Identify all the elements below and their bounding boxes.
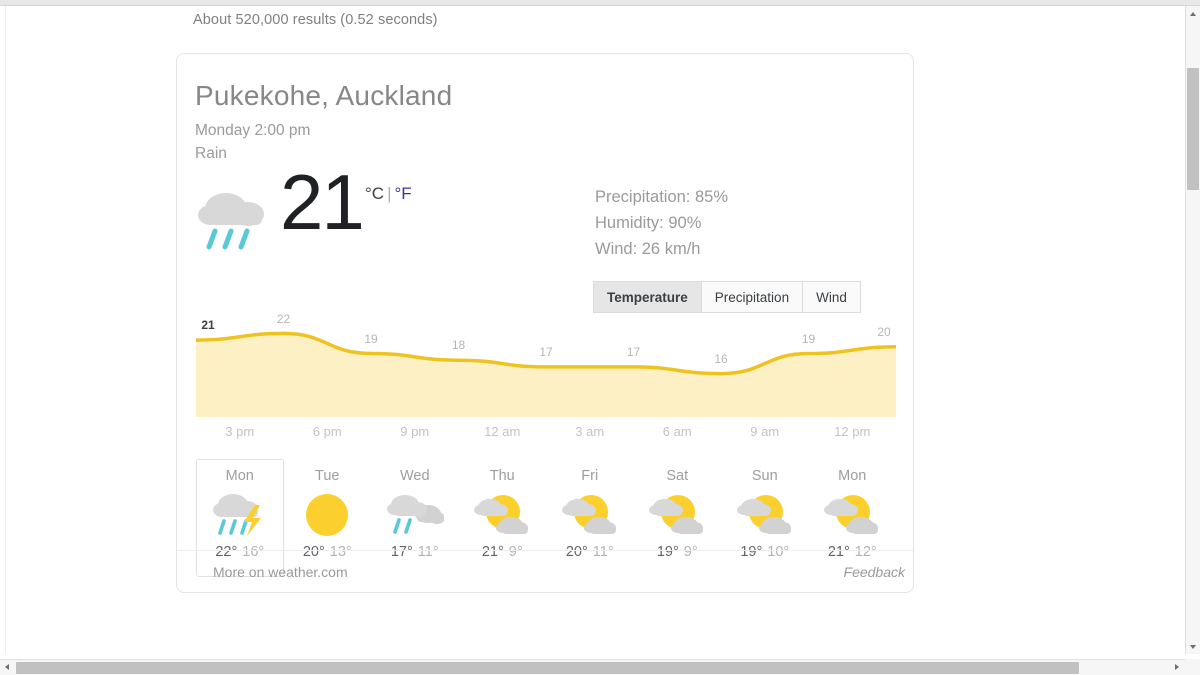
more-on-weather-link[interactable]: More on weather.com	[213, 564, 348, 580]
chart-time-tick: 3 am	[575, 424, 605, 439]
chart-point-label: 18	[451, 338, 466, 353]
chart-time-tick: 9 am	[750, 424, 780, 439]
tab-wind[interactable]: Wind	[803, 281, 861, 313]
sunny-icon	[298, 488, 356, 540]
chart-time-tick: 6 pm	[312, 424, 342, 439]
chart-point-label: 19	[364, 331, 378, 346]
partly-cloudy-icon	[561, 488, 619, 540]
chart-time-axis: 3 pm 6 pm 9 pm 12 am 3 am 6 am 9 am 12 pm	[196, 424, 896, 446]
rain-cloud-icon	[196, 181, 278, 253]
chart-time-tick: 12 pm	[834, 424, 871, 439]
current-temperature: 21	[280, 158, 365, 246]
chart-point-label: 16	[714, 351, 728, 366]
weather-condition: Rain	[195, 145, 227, 162]
browser-viewport: About 520,000 results (0.52 seconds) Puk…	[0, 0, 1200, 675]
weather-details: Precipitation: 85% Humidity: 90% Wind: 2…	[595, 184, 728, 262]
browser-chrome-strip	[0, 0, 1200, 6]
celsius-option[interactable]: °C	[365, 184, 384, 203]
chart-time-tick: 6 am	[662, 424, 692, 439]
weather-card: Pukekohe, Auckland Monday 2:00 pm Rain 2…	[176, 53, 914, 593]
search-result-stats: About 520,000 results (0.52 seconds)	[193, 12, 438, 28]
humidity-value: Humidity: 90%	[595, 214, 702, 232]
day-name: Fri	[581, 468, 599, 484]
thunderstorm-icon	[211, 488, 269, 540]
day-name: Sun	[751, 468, 778, 484]
day-name: Tue	[315, 468, 340, 484]
tab-precipitation[interactable]: Precipitation	[701, 281, 804, 313]
chart-time-tick: 9 pm	[400, 424, 430, 439]
partly-cloudy-icon	[823, 488, 881, 540]
precipitation-value: Precipitation: 85%	[595, 188, 728, 206]
scrollbar-corner	[1185, 659, 1200, 675]
partly-cloudy-icon	[736, 488, 794, 540]
partly-cloudy-icon	[648, 488, 706, 540]
tab-temperature[interactable]: Temperature	[593, 281, 702, 313]
vertical-scrollbar-thumb[interactable]	[1187, 68, 1199, 190]
chart-point-label: 22	[276, 312, 291, 326]
weather-datetime: Monday 2:00 pm	[195, 122, 311, 139]
chart-point-label: 20	[877, 324, 891, 339]
day-name: Mon	[838, 468, 867, 484]
browser-left-edge	[0, 6, 6, 654]
unit-separator: |	[387, 184, 392, 203]
weather-card-footer: More on weather.com Feedback	[177, 550, 913, 592]
chart-point-label: 19	[801, 331, 816, 346]
horizontal-scrollbar-thumb[interactable]	[16, 662, 1079, 674]
vertical-scrollbar[interactable]	[1185, 6, 1200, 654]
day-name: Mon	[225, 468, 254, 484]
scroll-left-arrow-icon[interactable]	[0, 660, 15, 675]
unit-toggle[interactable]: °C | °F	[365, 184, 412, 204]
day-name: Sat	[666, 468, 689, 484]
chart-point-label: 21	[201, 318, 215, 333]
feedback-link[interactable]: Feedback	[844, 564, 905, 580]
chart-tab-group: Temperature Precipitation Wind	[593, 281, 861, 313]
temperature-chart[interactable]: 21 22 19 18 17 17 16 19 20	[196, 312, 896, 417]
chart-point-label: 17	[539, 344, 553, 359]
day-name: Thu	[489, 468, 515, 484]
chart-point-labels: 21 22 19 18 17 17 16 19 20	[196, 312, 896, 366]
fahrenheit-option[interactable]: °F	[395, 184, 412, 203]
chart-point-label: 17	[626, 344, 641, 359]
chart-time-tick: 12 am	[484, 424, 521, 439]
wind-value: Wind: 26 km/h	[595, 240, 701, 258]
rain-clouds-icon	[386, 488, 445, 540]
chart-time-tick: 3 pm	[225, 424, 255, 439]
scroll-right-arrow-icon[interactable]	[1170, 660, 1185, 675]
scroll-up-arrow-icon[interactable]	[1186, 6, 1200, 21]
scroll-down-arrow-icon[interactable]	[1186, 639, 1200, 654]
weather-location: Pukekohe, Auckland	[195, 80, 453, 111]
day-name: Wed	[399, 468, 430, 484]
horizontal-scrollbar[interactable]	[0, 659, 1200, 675]
partly-cloudy-icon	[473, 488, 531, 540]
